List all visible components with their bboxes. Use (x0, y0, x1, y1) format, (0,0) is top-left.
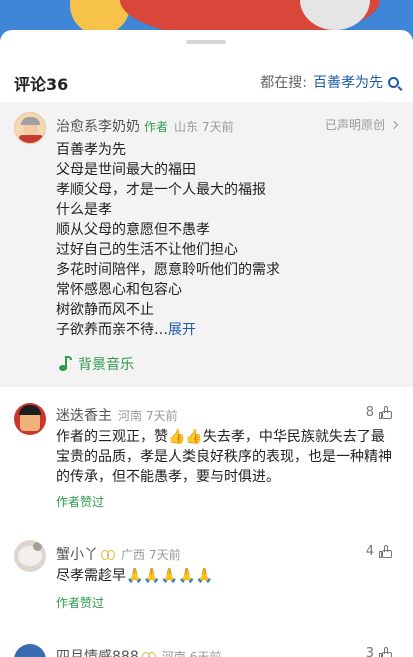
like-count: 4 (365, 544, 374, 559)
bow-icon (141, 651, 156, 657)
comment-line: 子欲养而亲不待… (56, 322, 168, 338)
username[interactable]: 四月情感888 (56, 646, 139, 657)
chevron-right-icon (389, 120, 399, 129)
expand-button[interactable]: 展开 (168, 322, 196, 338)
like-count: 3 (365, 646, 374, 657)
comment-meta: 蟹小丫 广西 7天前 (56, 544, 181, 564)
bow-icon (101, 549, 115, 560)
sheet-grab-handle[interactable] (186, 40, 226, 44)
like-button[interactable]: 8 (366, 405, 393, 420)
author-liked-badge: 作者赞过 (56, 495, 105, 509)
location: 河南 (118, 408, 143, 423)
timestamp: 7天前 (202, 119, 234, 134)
comments-sheet: 评论36 都在搜: 百善孝为先 治愈系李奶奶 作者 山东 7天前 已声明原创 百… (0, 30, 413, 657)
username[interactable]: 治愈系李奶奶 (56, 116, 140, 136)
comment-item: 四月情感888 河南 6天前 3 (0, 636, 413, 657)
comment-item: 迷迭香主 河南 7天前 8 作者的三观正，赞👍👍失去孝，中华民族就失去了最宝贵的… (0, 387, 413, 517)
comment-meta: 迷迭香主 河南 7天前 (56, 405, 178, 425)
thumbs-up-icon (379, 646, 393, 657)
like-button[interactable]: 4 (366, 544, 393, 559)
original-status[interactable]: 已声明原创 (324, 116, 399, 133)
avatar-hair (21, 117, 40, 125)
comment-line-last: 子欲养而亲不待…展开 (56, 320, 396, 340)
comment-line: 多花时间陪伴，愿意聆听他们的需求 (56, 262, 280, 278)
avatar[interactable] (14, 644, 46, 657)
author-liked-badge: 作者赞过 (56, 596, 105, 610)
background-music-label: 背景音乐 (78, 357, 134, 373)
avatar[interactable] (14, 540, 46, 572)
username[interactable]: 蟹小丫 (56, 544, 98, 564)
original-status-label: 已声明原创 (324, 118, 385, 132)
comment-text: 尽孝需趁早🙏🙏🙏🙏🙏 (56, 568, 214, 584)
music-note-icon (58, 356, 72, 372)
location: 山东 (174, 119, 199, 134)
comment-body: 百善孝为先 父母是世间最大的福田 孝顺父母，才是一个人最大的福报 什么是孝 顺从… (56, 140, 396, 340)
username[interactable]: 迷迭香主 (56, 405, 112, 425)
thumbs-up-icon (379, 544, 393, 559)
comment-line: 孝顺父母，才是一个人最大的福报 (56, 182, 266, 198)
comment-line: 什么是孝 (56, 202, 112, 218)
location: 广西 (121, 547, 146, 562)
comment-line: 顺从父母的意愿但不愚孝 (56, 222, 210, 238)
timestamp: 7天前 (146, 408, 178, 423)
comment-meta: 四月情感888 河南 6天前 (56, 646, 221, 657)
avatar[interactable] (14, 112, 46, 144)
comment-line: 父母是世间最大的福田 (56, 162, 196, 178)
like-count: 8 (365, 405, 374, 420)
comment-line: 百善孝为先 (56, 142, 126, 158)
trending-search[interactable]: 都在搜: 百善孝为先 (260, 72, 399, 92)
trending-search-label: 都在搜: (260, 75, 307, 91)
background-music-button[interactable]: 背景音乐 (58, 354, 134, 374)
featured-author-comment: 治愈系李奶奶 作者 山东 7天前 已声明原创 百善孝为先 父母是世间最大的福田 … (0, 102, 413, 387)
comment-line: 常怀感恩心和包容心 (56, 282, 182, 298)
author-badge: 作者 (144, 119, 169, 134)
thumbs-up-icon (379, 405, 393, 420)
comment-line: 过好自己的生活不让他们担心 (56, 242, 238, 258)
comment-item: 蟹小丫 广西 7天前 4 尽孝需趁早🙏🙏🙏🙏🙏 作者赞过 (0, 528, 413, 628)
comment-meta: 治愈系李奶奶 作者 山东 7天前 (56, 116, 234, 136)
comment-text: 作者的三观正，赞👍👍失去孝，中华民族就失去了最宝贵的品质，孝是人类良好秩序的表现… (56, 429, 392, 485)
search-icon[interactable] (388, 76, 399, 88)
timestamp: 7天前 (149, 547, 181, 562)
comment-line: 树欲静而风不止 (56, 302, 154, 318)
like-button[interactable]: 3 (366, 646, 393, 657)
trending-search-term[interactable]: 百善孝为先 (313, 72, 383, 92)
avatar[interactable] (14, 403, 46, 435)
comment-count: 评论36 (14, 75, 69, 94)
location: 河南 (161, 649, 186, 657)
avatar-badge (19, 135, 43, 143)
comments-header: 评论36 都在搜: 百善孝为先 (0, 66, 413, 96)
timestamp: 6天前 (189, 649, 222, 657)
